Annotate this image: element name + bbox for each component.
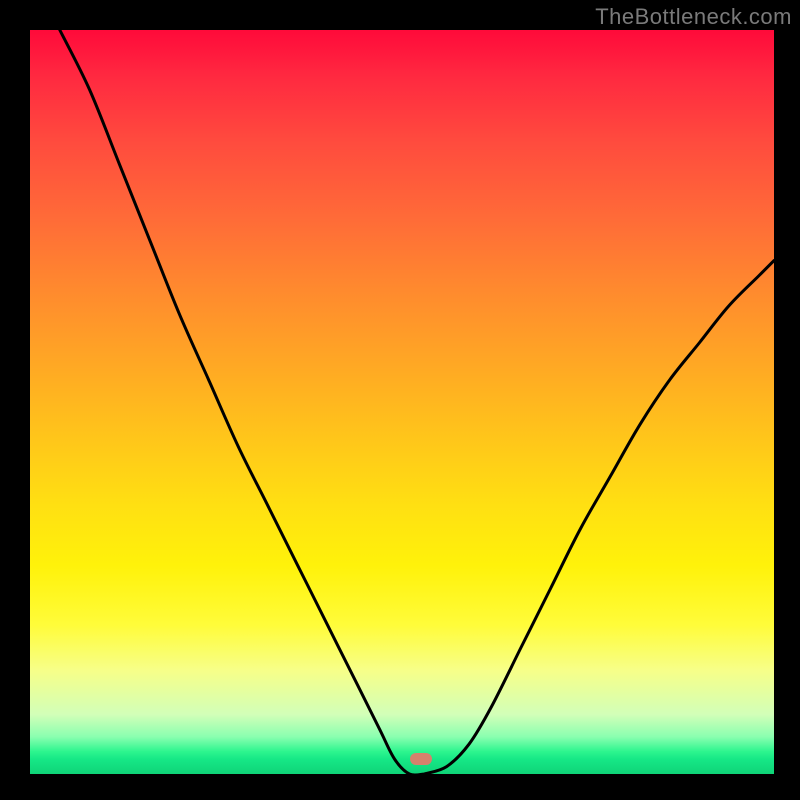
- chart-frame: TheBottleneck.com: [0, 0, 800, 800]
- curve-svg: [30, 30, 774, 774]
- watermark-text: TheBottleneck.com: [595, 4, 792, 30]
- plot-area: [30, 30, 774, 774]
- bottleneck-curve: [60, 30, 774, 774]
